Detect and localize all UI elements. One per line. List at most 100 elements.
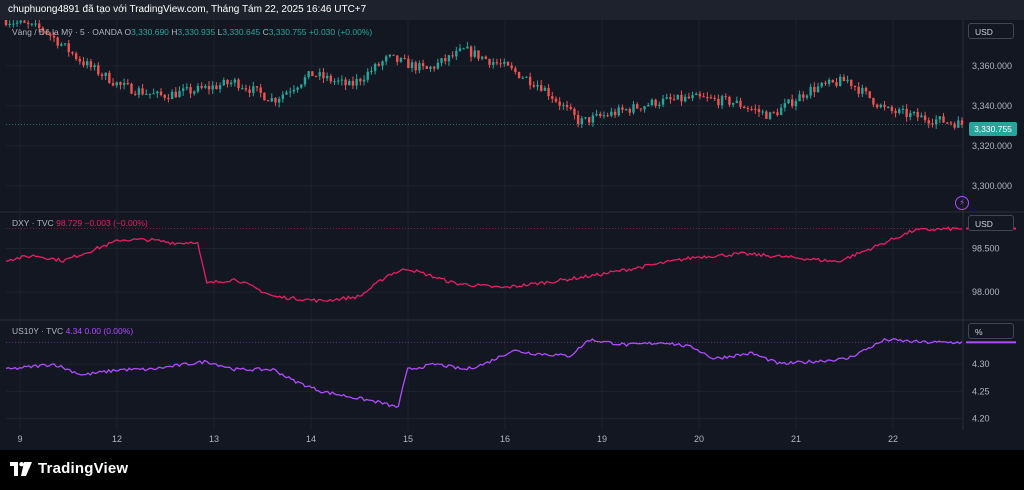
lightning-icon[interactable]: ⚡: [955, 196, 969, 210]
y-tick-label: 4.30: [972, 359, 990, 369]
candle-body: [207, 86, 211, 90]
chart-svg[interactable]: 9 12 13 14 15 16 19 20 21 22 3,300.000 3,320.000 3,3…: [0, 20, 1024, 450]
candle-body: [798, 94, 801, 102]
candle-body: [669, 97, 672, 100]
candle-body: [658, 104, 661, 106]
candle-body: [488, 58, 491, 65]
candle-body: [562, 104, 565, 106]
candle-body: [145, 93, 148, 95]
us10y-change: 0.00 (0.00%): [84, 326, 134, 336]
chart-area[interactable]: 9 12 13 14 15 16 19 20 21 22 3,300.000 3,320.000 3,3…: [0, 20, 1024, 450]
candle-body: [15, 22, 19, 24]
gold-currency-button[interactable]: USD: [968, 23, 1014, 39]
candle-body: [56, 37, 59, 46]
candle-body: [883, 104, 886, 108]
candle-body: [185, 87, 189, 89]
candle-body: [624, 109, 628, 111]
candle-body: [868, 91, 871, 98]
candle-body: [499, 63, 502, 65]
candle-body: [432, 66, 436, 69]
candle-body: [890, 106, 894, 111]
candle-body: [536, 84, 539, 87]
candle-body: [661, 98, 665, 105]
candle-body: [60, 44, 63, 46]
candle-body: [503, 61, 506, 64]
candle-body: [923, 115, 927, 121]
candle-body: [731, 102, 735, 105]
candle-body: [757, 109, 761, 113]
candle-body: [86, 61, 89, 66]
candle-body: [355, 78, 358, 86]
candle-body: [458, 48, 462, 51]
candle-body: [178, 90, 181, 98]
candle-body: [783, 103, 787, 108]
candle-body: [901, 108, 905, 110]
candle-body: [119, 82, 122, 85]
candle-body: [78, 58, 82, 62]
candle-body: [167, 97, 170, 99]
candle-body: [709, 97, 713, 99]
candle-body: [942, 116, 945, 123]
candle-body: [218, 85, 222, 89]
candle-body: [879, 104, 882, 108]
candle-body: [706, 97, 709, 99]
candle-body: [702, 96, 705, 98]
candle-body: [591, 115, 595, 123]
gold-low-value: 3,330.645: [222, 27, 261, 37]
candle-body: [67, 43, 70, 53]
candle-body: [8, 23, 11, 25]
candle-body: [410, 62, 414, 69]
gold-close-value: 3,330.755: [268, 27, 307, 37]
candle-body: [104, 72, 107, 76]
candle-body: [606, 115, 609, 117]
dxy-series-line: [5, 226, 963, 304]
candle-body: [370, 71, 373, 73]
candle-body: [569, 106, 572, 109]
dxy-currency-button[interactable]: USD: [968, 215, 1014, 231]
candle-body: [698, 93, 702, 97]
candle-body: [920, 115, 923, 118]
candle-body: [314, 75, 318, 77]
candle-body: [813, 86, 816, 93]
candle-body: [735, 100, 739, 103]
candle-body: [333, 81, 336, 83]
candle-body: [492, 62, 495, 65]
candle-body: [277, 98, 281, 103]
candle-body: [174, 91, 177, 98]
candle-body: [831, 79, 835, 83]
y-tick-label: 3,300.000: [972, 181, 1012, 191]
candle-body: [613, 111, 617, 116]
x-tick-label: 21: [791, 434, 801, 444]
candle-body: [373, 63, 377, 72]
candle-body: [872, 97, 875, 105]
candle-body: [244, 88, 248, 90]
candle-body: [750, 108, 753, 110]
candle-body: [403, 57, 406, 59]
candle-body: [643, 106, 646, 110]
x-tick-label: 22: [888, 434, 898, 444]
candle-body: [351, 80, 355, 86]
candle-body: [263, 92, 266, 101]
candle-body: [34, 23, 37, 25]
candle-body: [348, 80, 351, 86]
x-tick-label: 13: [209, 434, 219, 444]
candle-body: [189, 87, 192, 94]
candle-body: [905, 108, 908, 118]
candle-body: [639, 108, 643, 110]
candle-body: [484, 56, 488, 59]
candle-body: [635, 104, 639, 109]
us10y-unit-button[interactable]: %: [968, 323, 1014, 339]
gold-legend: Vàng / Đô la Mỹ · 5 · OANDA O3,330.690 H…: [12, 27, 372, 37]
candle-body: [687, 96, 691, 99]
candle-body: [322, 72, 325, 79]
chart-header-bar: chuphuong4891 đã tạo với TradingView.com…: [0, 0, 1024, 20]
brand[interactable]: TradingView: [10, 460, 128, 477]
dxy-symbol: DXY · TVC: [12, 218, 54, 228]
candle-body: [266, 100, 270, 102]
candle-body: [337, 80, 340, 82]
candle-body: [521, 77, 524, 79]
candle-body: [621, 107, 624, 110]
candle-body: [842, 76, 846, 82]
candle-body: [226, 79, 229, 85]
candle-body: [366, 71, 369, 80]
